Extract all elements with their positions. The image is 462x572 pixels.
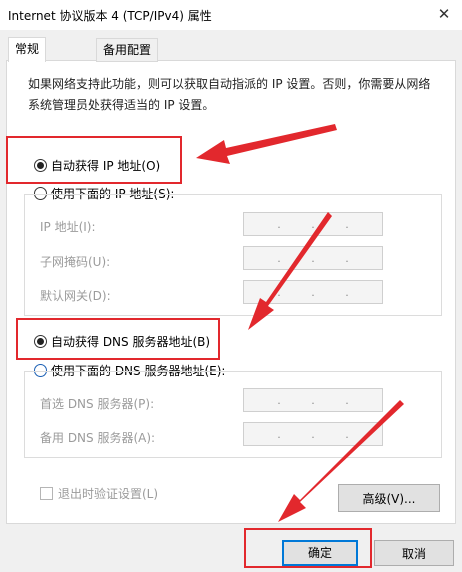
arrow-to-ok-icon bbox=[278, 400, 404, 522]
annotation-arrows bbox=[196, 124, 404, 522]
arrow-to-ip-auto-icon bbox=[196, 124, 337, 164]
arrow-to-dns-auto-icon bbox=[248, 212, 332, 330]
